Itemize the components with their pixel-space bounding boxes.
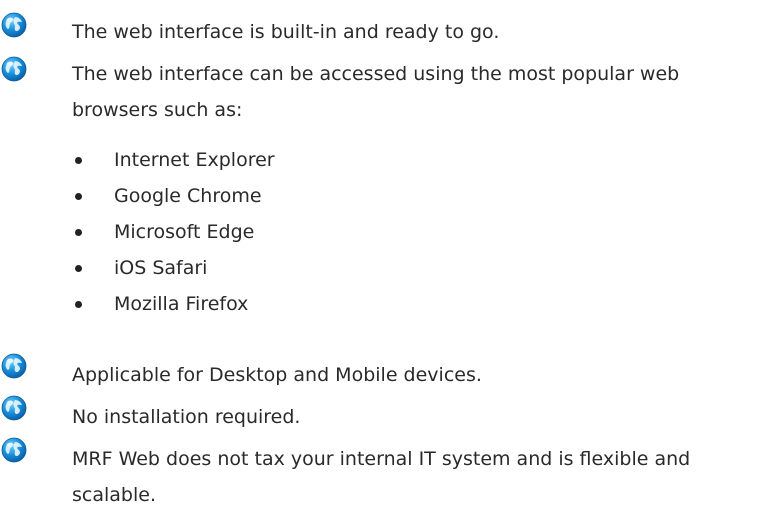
list-item: Internet Explorer — [0, 142, 770, 178]
browser-list: Internet Explorer Google Chrome Microsof… — [0, 142, 770, 322]
bullet-dot — [75, 157, 82, 164]
feature-item: The web interface can be accessed using … — [0, 56, 770, 128]
feature-item: No installation required. — [0, 399, 770, 435]
list-item: iOS Safari — [0, 250, 770, 286]
feature-item: Applicable for Desktop and Mobile device… — [0, 357, 770, 393]
feature-text: The web interface can be accessed using … — [72, 63, 680, 121]
list-item: Google Chrome — [0, 178, 770, 214]
browser-name: Microsoft Edge — [114, 221, 255, 243]
feature-item: MRF Web does not tax your internal IT sy… — [0, 441, 770, 513]
bullet-dot — [75, 301, 82, 308]
browser-name: Mozilla Firefox — [114, 293, 249, 315]
browser-name: Google Chrome — [114, 185, 262, 207]
globe-icon — [1, 395, 27, 421]
globe-icon — [1, 437, 27, 463]
globe-icon — [1, 56, 27, 82]
bullet-dot — [75, 229, 82, 236]
list-item: Microsoft Edge — [0, 214, 770, 250]
feature-text: The web interface is built-in and ready … — [72, 21, 500, 43]
globe-icon — [1, 353, 27, 379]
globe-icon — [1, 12, 27, 38]
browser-name: iOS Safari — [114, 257, 208, 279]
feature-text: Applicable for Desktop and Mobile device… — [72, 364, 482, 386]
feature-item: The web interface is built-in and ready … — [0, 14, 770, 50]
bullet-dot — [75, 265, 82, 272]
bullet-dot — [75, 193, 82, 200]
list-item: Mozilla Firefox — [0, 286, 770, 322]
feature-text: MRF Web does not tax your internal IT sy… — [72, 448, 691, 506]
feature-text: No installation required. — [72, 406, 301, 428]
browser-name: Internet Explorer — [114, 149, 275, 171]
